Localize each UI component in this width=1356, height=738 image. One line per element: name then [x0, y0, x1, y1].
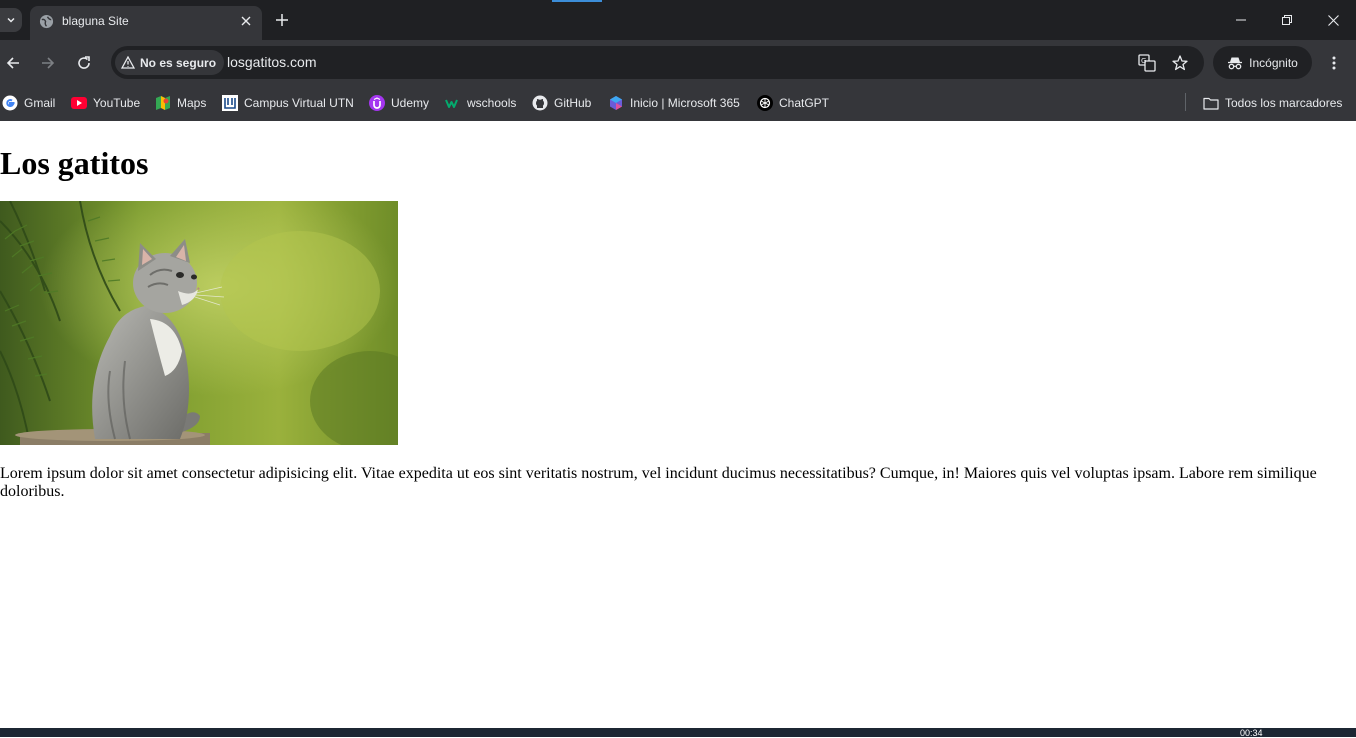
- bookmark-label: Udemy: [391, 96, 430, 110]
- bookmark-wschools[interactable]: wschools: [445, 92, 516, 114]
- bookmark-label: Gmail: [24, 96, 56, 110]
- bookmark-github[interactable]: GitHub: [532, 92, 591, 114]
- reload-button[interactable]: [73, 52, 95, 74]
- incognito-icon: [1228, 57, 1243, 69]
- security-chip[interactable]: No es seguro: [115, 50, 225, 75]
- incognito-profile-button[interactable]: Incógnito: [1213, 46, 1312, 79]
- browser-tab[interactable]: blaguna Site: [30, 6, 262, 40]
- restore-icon: [1282, 15, 1292, 25]
- arrow-left-icon: [6, 57, 19, 69]
- maps-icon: [155, 95, 171, 111]
- chevron-down-icon: [7, 17, 15, 23]
- bookmarks-divider: [1185, 93, 1186, 111]
- restore-button[interactable]: [1277, 10, 1297, 30]
- arrow-right-icon: [42, 57, 55, 69]
- bookmark-label: wschools: [467, 96, 517, 110]
- incognito-label: Incógnito: [1249, 55, 1298, 70]
- bookmark-label: GitHub: [554, 96, 592, 110]
- star-icon: [1172, 55, 1188, 71]
- tab-title: blaguna Site: [62, 14, 129, 28]
- back-button[interactable]: [2, 52, 24, 74]
- close-window-button[interactable]: [1323, 10, 1343, 30]
- chatgpt-icon: [757, 95, 773, 111]
- minimize-button[interactable]: [1231, 10, 1251, 30]
- bookmark-label: Campus Virtual UTN: [244, 96, 354, 110]
- new-tab-button[interactable]: [272, 10, 292, 30]
- globe-icon: [39, 14, 54, 34]
- svg-text:G: G: [1141, 57, 1146, 65]
- os-taskbar: 00:34: [0, 728, 1356, 738]
- minimize-icon: [1236, 19, 1246, 21]
- page-content: Los gatitos Lorem ipsum dolor sit amet c…: [0, 121, 1356, 728]
- address-bar[interactable]: No es seguro losgatitos.com G: [111, 46, 1204, 79]
- bookmark-gmail[interactable]: Gmail: [2, 92, 55, 114]
- browser-menu-button[interactable]: [1324, 52, 1344, 74]
- translate-icon: G: [1138, 54, 1156, 72]
- microsoft365-icon: [608, 95, 624, 111]
- bookmark-label: Maps: [177, 96, 207, 110]
- close-icon: [1327, 14, 1339, 26]
- bookmark-star-button[interactable]: [1169, 52, 1191, 74]
- youtube-icon: [71, 95, 87, 111]
- security-label: No es seguro: [140, 55, 217, 70]
- utn-icon: [222, 95, 238, 111]
- bookmark-chatgpt[interactable]: ChatGPT: [757, 92, 829, 114]
- udemy-icon: [369, 95, 385, 111]
- reload-icon: [78, 56, 90, 69]
- bookmark-campus-virtual-utn[interactable]: Campus Virtual UTN: [222, 92, 354, 114]
- warning-icon: [121, 56, 135, 69]
- w3schools-icon: [445, 95, 461, 111]
- bookmark-udemy[interactable]: Udemy: [369, 92, 429, 114]
- page-paragraph: Lorem ipsum dolor sit amet consectetur a…: [0, 465, 1317, 500]
- bookmark-maps[interactable]: Maps: [155, 92, 206, 114]
- bookmark-label: ChatGPT: [779, 96, 830, 110]
- tab-search-button[interactable]: [0, 8, 22, 32]
- close-tab-icon[interactable]: [237, 12, 255, 30]
- all-bookmarks-folder[interactable]: Todos los marcadores: [1203, 92, 1342, 114]
- bookmark-microsoft-365[interactable]: Inicio | Microsoft 365: [608, 92, 740, 114]
- bookmark-label: Inicio | Microsoft 365: [630, 96, 740, 110]
- plus-icon: [276, 14, 288, 26]
- browser-toolbar: No es seguro losgatitos.com G Incógnito: [0, 40, 1356, 85]
- folder-icon: [1203, 95, 1219, 111]
- window-drag-accent: [552, 0, 602, 2]
- page-heading: Los gatitos: [0, 145, 149, 181]
- translate-button[interactable]: G: [1136, 52, 1158, 74]
- github-icon: [532, 95, 548, 111]
- more-vert-icon: [1332, 56, 1336, 70]
- all-bookmarks-label: Todos los marcadores: [1225, 96, 1343, 110]
- bookmark-youtube[interactable]: YouTube: [71, 92, 140, 114]
- url-text[interactable]: losgatitos.com: [227, 54, 316, 70]
- kitten-image: [0, 201, 398, 445]
- bookmarks-bar: Gmail YouTube Maps Campus Virtual UTN Ud…: [0, 85, 1356, 121]
- forward-button[interactable]: [37, 52, 59, 74]
- tab-strip: blaguna Site: [0, 0, 1356, 40]
- google-icon: [2, 95, 18, 111]
- bookmark-label: YouTube: [93, 96, 141, 110]
